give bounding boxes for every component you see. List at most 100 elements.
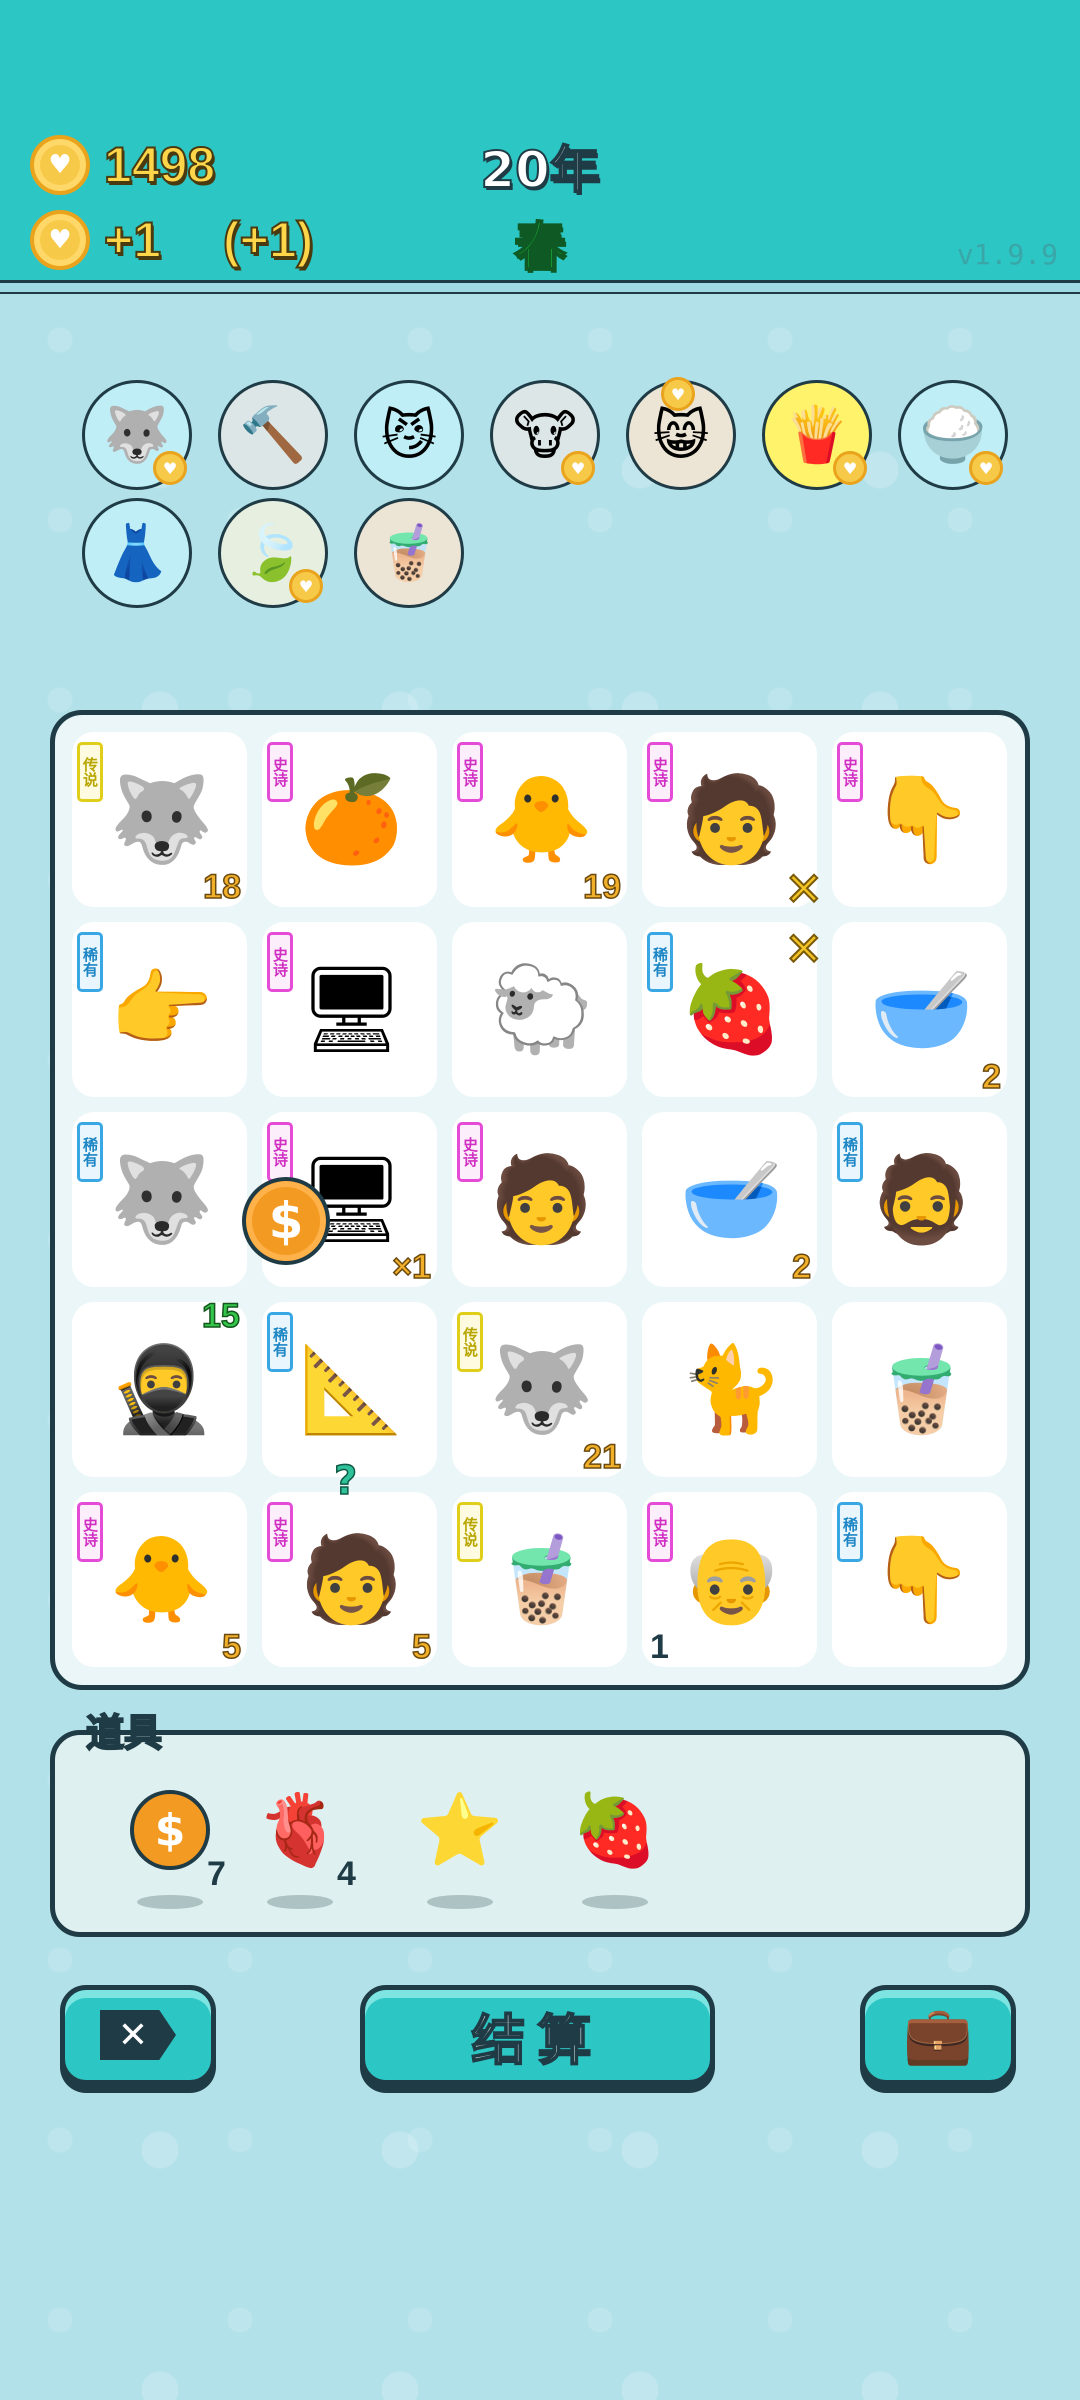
strawberry-tool-icon: 🍓 [571, 1788, 659, 1871]
tool-shadow [137, 1895, 203, 1909]
bonus-income-value: (+1) [222, 211, 314, 269]
old-man-icon: 👴 [679, 1530, 784, 1628]
rarity-badge: 传说 [457, 1312, 483, 1372]
board-cell[interactable]: 🐺 传说 21 [452, 1302, 627, 1477]
slot-board: 🐺 传说 18 🍊 史诗 🐥 史诗 19 🧑 史诗 ✕ 👇 史诗 👉 稀有 🖥 史诗 🐑 🍓 稀有 ✕ 🥣 2 🐺 稀有 🖥 史诗 ×… [50, 710, 1030, 1690]
board-cell[interactable]: 📐 稀有 [262, 1302, 437, 1477]
dollar-coin-icon: $ [130, 1790, 210, 1870]
soup-bowl-2-icon: 🥣 [679, 1150, 784, 1248]
big-tea-icon: 🧋 [489, 1530, 594, 1628]
board-cell[interactable]: 🐺 传说 18 [72, 732, 247, 907]
board-cell[interactable]: 👉 稀有 [72, 922, 247, 1097]
tool-item[interactable]: 🍓 [570, 1785, 660, 1925]
king-husky-2-icon: 🐺 [489, 1340, 594, 1438]
item-counter: ×1 [391, 1247, 431, 1287]
board-cell[interactable]: 🧔 稀有 [832, 1112, 1007, 1287]
rarity-badge: 稀有 [837, 1502, 863, 1562]
tool-shadow [267, 1895, 333, 1909]
cat-pair-icon: 😸 [652, 403, 710, 467]
board-cell[interactable]: 🧋 [832, 1302, 1007, 1477]
board-cell[interactable]: 👴 史诗 1 [642, 1492, 817, 1667]
heart-coin-icon: ♥ [30, 135, 90, 195]
tool-item[interactable]: $7 [125, 1785, 226, 1925]
board-cell[interactable]: 🖥 史诗 ×1 $ [242, 1112, 437, 1287]
green-hat-man-icon: 🧑 [679, 770, 784, 868]
board-cell[interactable]: 🥷 15 [72, 1296, 247, 1477]
green-hat-man-3-icon: 🧑 [299, 1530, 404, 1628]
chick-2-icon: 🐥 [109, 1530, 214, 1628]
lychee-icon: 🍓 [679, 960, 784, 1058]
soup-bowl-icon: 🥣 [869, 960, 974, 1058]
board-cell[interactable]: 👇 稀有 [832, 1492, 1007, 1667]
gpu-icon: 🖥 [298, 960, 405, 1058]
brown-hand-2-icon: 👇 [869, 1530, 974, 1628]
board-cell[interactable]: 🐑 [452, 922, 627, 1097]
hammer-icon: 🔨 [239, 403, 307, 466]
board-cell[interactable]: 🐥 史诗 5 [72, 1492, 247, 1667]
board-cell[interactable]: 🥣 2 [832, 922, 1007, 1097]
tools-panel: $7 🫀 4 ⭐ 🍓 [50, 1730, 1030, 1937]
equipped-item[interactable]: 🍚 ♥ [898, 380, 1008, 490]
close-button[interactable]: ✕ [60, 1985, 216, 2085]
heart-coin-icon: ♥ [833, 451, 867, 485]
chick-icon: 🐥 [489, 770, 594, 868]
equipped-item[interactable]: 🍃 ♥ [218, 498, 328, 608]
board-cell[interactable]: 🧑 史诗 [452, 1112, 627, 1287]
tool-shadow [582, 1895, 648, 1909]
equipped-item[interactable]: 😼 [354, 380, 464, 490]
board-cell[interactable]: 🥣 2 [642, 1112, 817, 1287]
board-cell[interactable]: 🖥 史诗 [262, 922, 437, 1097]
board-cell[interactable]: 👇 史诗 [832, 732, 1007, 907]
equipped-item[interactable]: 👗 [82, 498, 192, 608]
equipped-item[interactable]: 🧋 [354, 498, 464, 608]
item-counter: 5 [221, 1627, 241, 1667]
rarity-badge: 稀有 [837, 1122, 863, 1182]
dollar-coin-icon: $ [242, 1177, 330, 1265]
item-counter: 15 [201, 1296, 240, 1336]
bucket-hat-man-icon: 🧔 [869, 1150, 974, 1248]
board-cell[interactable]: 🐈 [642, 1302, 817, 1477]
equipped-item[interactable]: 🐺 ♥ [82, 380, 192, 490]
settle-button[interactable]: 结算 [360, 1985, 715, 2085]
board-cell[interactable]: 🍓 稀有 ✕ [642, 921, 824, 1097]
board-cell[interactable]: 🧋 传说 [452, 1492, 627, 1667]
rarity-badge: 史诗 [77, 1502, 103, 1562]
board-cell[interactable]: 🐺 稀有 [72, 1112, 247, 1287]
income-value: +1 [103, 211, 162, 269]
board-cell[interactable]: 🐥 史诗 19 [452, 732, 627, 907]
board-cell[interactable]: 🧑 史诗 ✕ [642, 732, 824, 917]
question-mark-icon: ? [333, 1457, 358, 1505]
heart-coin-icon: ♥ [561, 451, 595, 485]
briefcase-icon: 💼 [903, 2003, 973, 2068]
rarity-badge: 史诗 [457, 742, 483, 802]
tool-item[interactable]: ⭐ [415, 1785, 505, 1925]
board-cell[interactable]: 🍊 史诗 [262, 732, 437, 907]
close-icon: ✕ [100, 2010, 176, 2060]
coin-balance: ♥ 1498 [30, 135, 216, 195]
equipped-item[interactable]: 😸 ♥ [626, 377, 736, 490]
thief-icon: 🥷 [109, 1340, 214, 1438]
equipped-item[interactable]: 🍟 ♥ [762, 380, 872, 490]
grey-hand-icon: 👇 [869, 770, 974, 868]
equipped-item[interactable]: 🔨 [218, 380, 328, 490]
rarity-badge: 史诗 [457, 1122, 483, 1182]
small-tea-icon: 🧋 [869, 1340, 974, 1438]
item-counter: 21 [582, 1437, 621, 1477]
item-counter: 19 [582, 867, 621, 907]
cool-cat-icon: 😼 [380, 403, 438, 467]
settle-label: 结算 [471, 2008, 604, 2073]
tools-title: 道具 [85, 1710, 163, 1756]
husky-icon: 🐺 [109, 1150, 214, 1248]
board-cell[interactable]: 🧑 史诗 5? [262, 1457, 437, 1667]
tool-count: 4 [337, 1855, 356, 1893]
equipped-item[interactable]: 🐮 ♥ [490, 380, 600, 490]
item-counter: 2 [791, 1247, 811, 1287]
rarity-badge: 史诗 [267, 932, 293, 992]
remove-mark-icon: ✕ [783, 861, 824, 917]
heart-coin-icon: ♥ [969, 451, 1003, 485]
orange-icon: 🍊 [299, 770, 404, 868]
rarity-badge: 稀有 [647, 932, 673, 992]
tool-item[interactable]: 🫀 4 [255, 1785, 356, 1925]
inventory-button[interactable]: 💼 [860, 1985, 1016, 2085]
rarity-badge: 稀有 [267, 1312, 293, 1372]
